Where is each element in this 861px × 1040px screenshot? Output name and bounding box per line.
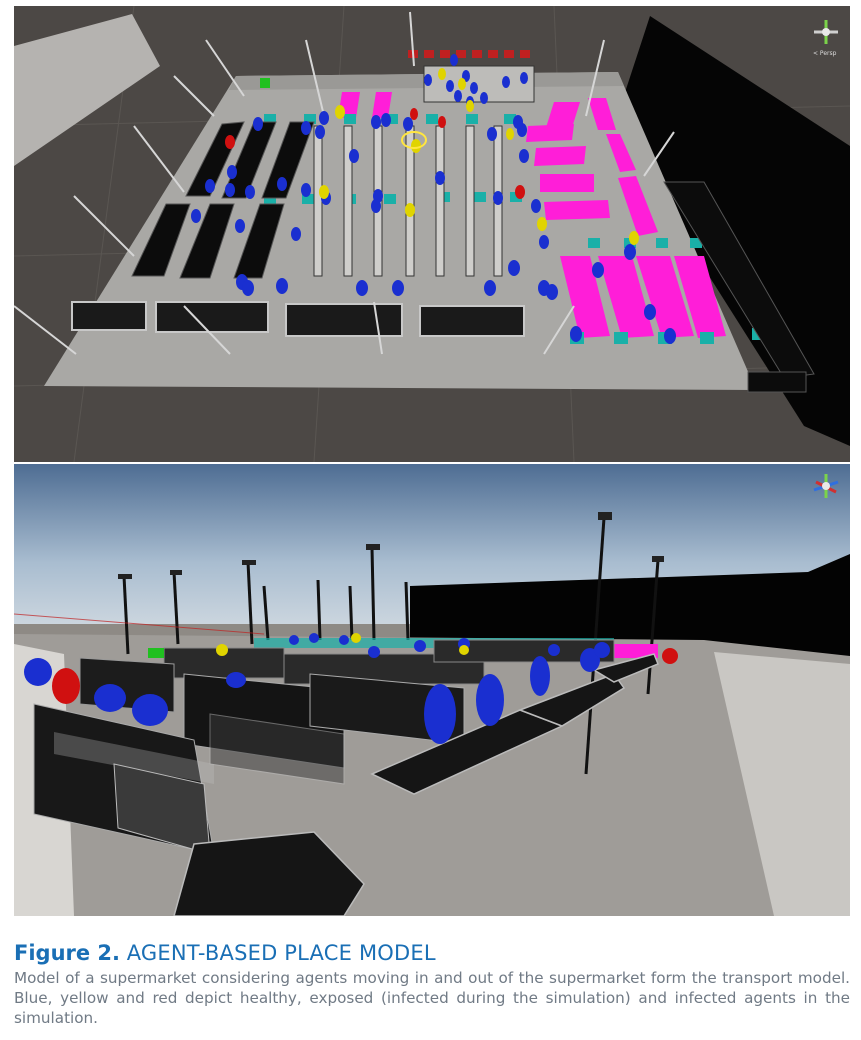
top-view-scene	[14, 6, 850, 462]
perspective-label[interactable]: < Persp	[813, 50, 836, 57]
entrance-marker	[260, 78, 270, 88]
bottom-view-scene	[14, 464, 850, 916]
bottom-perspective-view	[14, 464, 850, 916]
figure-title: Figure 2. AGENT-BASED PLACE MODEL	[14, 940, 850, 966]
top-perspective-view: < Persp	[14, 6, 850, 462]
figure-heading: AGENT-BASED PLACE MODEL	[126, 941, 436, 965]
chest-freezers	[71, 301, 525, 337]
figure-caption: Model of a supermarket considering agent…	[14, 969, 850, 1027]
entrance-marker	[148, 648, 164, 658]
figure-label: Figure 2.	[14, 941, 121, 965]
